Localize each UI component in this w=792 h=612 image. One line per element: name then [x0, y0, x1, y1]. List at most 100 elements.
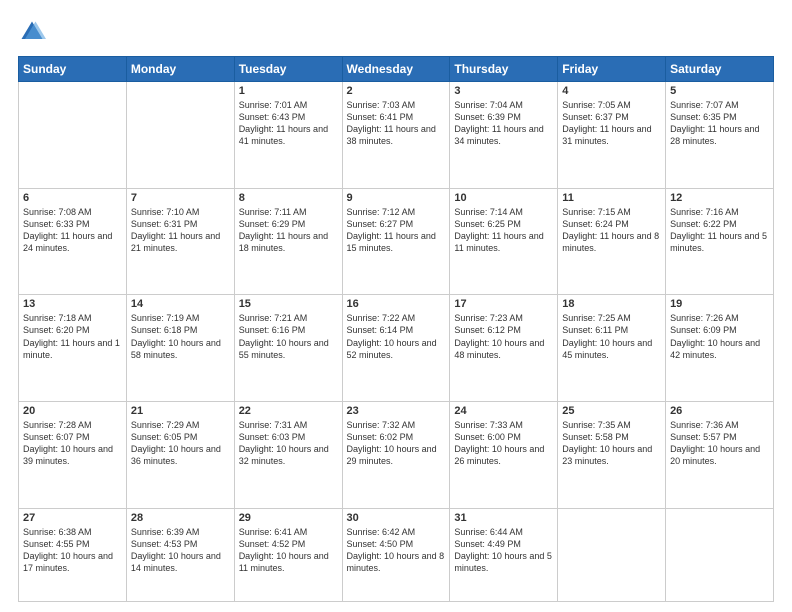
calendar-cell: 25Sunrise: 7:35 AM Sunset: 5:58 PM Dayli… [558, 401, 666, 508]
calendar-cell: 15Sunrise: 7:21 AM Sunset: 6:16 PM Dayli… [234, 295, 342, 402]
calendar-cell: 20Sunrise: 7:28 AM Sunset: 6:07 PM Dayli… [19, 401, 127, 508]
calendar-cell: 28 Sunrise: 6:39 AM Sunset: 4:53 PM Dayli… [126, 508, 234, 601]
cell-info: Sunrise: 7:18 AM Sunset: 6:20 PM Dayligh… [23, 312, 122, 361]
cell-info: Sunrise: 6:38 AM Sunset: 4:55 PM Dayligh… [23, 526, 122, 575]
cell-info: Sunrise: 7:01 AM Sunset: 6:43 PM Dayligh… [239, 99, 338, 148]
cell-info: Sunrise: 7:07 AM Sunset: 6:35 PM Dayligh… [670, 99, 769, 148]
cell-date: 21 [131, 405, 230, 417]
week-row-4: 20Sunrise: 7:28 AM Sunset: 6:07 PM Dayli… [19, 401, 774, 508]
cell-date: 26 [670, 405, 769, 417]
cell-info: Sunrise: 7:29 AM Sunset: 6:05 PM Dayligh… [131, 419, 230, 468]
cell-date: 6 [23, 192, 122, 204]
cell-date: 7 [131, 192, 230, 204]
cell-date: 8 [239, 192, 338, 204]
calendar-cell [666, 508, 774, 601]
cell-date: 18 [562, 298, 661, 310]
logo-icon [18, 18, 46, 46]
cell-info: Sunrise: 7:26 AM Sunset: 6:09 PM Dayligh… [670, 312, 769, 361]
cell-date: 31 [454, 512, 553, 524]
cell-info: Sunrise: 7:21 AM Sunset: 6:16 PM Dayligh… [239, 312, 338, 361]
calendar-cell: 10 Sunrise: 7:14 AM Sunset: 6:25 PM Dayli… [450, 188, 558, 295]
cell-info: Sunrise: 6:44 AM Sunset: 4:49 PM Dayligh… [454, 526, 553, 575]
cell-date: 19 [670, 298, 769, 310]
cell-info: Sunrise: 7:31 AM Sunset: 6:03 PM Dayligh… [239, 419, 338, 468]
cell-info: Sunrise: 7:16 AM Sunset: 6:22 PM Dayligh… [670, 206, 769, 255]
header [18, 18, 774, 46]
cell-date: 2 [347, 85, 446, 97]
calendar-cell: 14Sunrise: 7:19 AM Sunset: 6:18 PM Dayli… [126, 295, 234, 402]
calendar-cell [558, 508, 666, 601]
week-row-3: 13 Sunrise: 7:18 AM Sunset: 6:20 PM Dayli… [19, 295, 774, 402]
cell-date: 27 [23, 512, 122, 524]
calendar-cell: 11 Sunrise: 7:15 AM Sunset: 6:24 PM Dayli… [558, 188, 666, 295]
cell-date: 16 [347, 298, 446, 310]
calendar-cell: 30 Sunrise: 6:42 AM Sunset: 4:50 PM Dayli… [342, 508, 450, 601]
cell-info: Sunrise: 7:03 AM Sunset: 6:41 PM Dayligh… [347, 99, 446, 148]
calendar-cell: 21 Sunrise: 7:29 AM Sunset: 6:05 PM Dayli… [126, 401, 234, 508]
calendar-cell: 22 Sunrise: 7:31 AM Sunset: 6:03 PM Dayli… [234, 401, 342, 508]
cell-info: Sunrise: 7:04 AM Sunset: 6:39 PM Dayligh… [454, 99, 553, 148]
cell-date: 24 [454, 405, 553, 417]
cell-info: Sunrise: 7:36 AM Sunset: 5:57 PM Dayligh… [670, 419, 769, 468]
cell-date: 22 [239, 405, 338, 417]
cell-date: 10 [454, 192, 553, 204]
calendar-cell: 24 Sunrise: 7:33 AM Sunset: 6:00 PM Dayli… [450, 401, 558, 508]
calendar-cell: 5 Sunrise: 7:07 AM Sunset: 6:35 PM Daylig… [666, 82, 774, 189]
calendar-cell: 3 Sunrise: 7:04 AM Sunset: 6:39 PM Daylig… [450, 82, 558, 189]
cell-date: 4 [562, 85, 661, 97]
cell-info: Sunrise: 7:19 AM Sunset: 6:18 PM Dayligh… [131, 312, 230, 361]
calendar-cell: 18 Sunrise: 7:25 AM Sunset: 6:11 PM Dayli… [558, 295, 666, 402]
calendar-cell: 23Sunrise: 7:32 AM Sunset: 6:02 PM Dayli… [342, 401, 450, 508]
weekday-monday: Monday [126, 57, 234, 82]
weekday-header-row: SundayMondayTuesdayWednesdayThursdayFrid… [19, 57, 774, 82]
cell-date: 9 [347, 192, 446, 204]
cell-date: 5 [670, 85, 769, 97]
cell-info: Sunrise: 7:14 AM Sunset: 6:25 PM Dayligh… [454, 206, 553, 255]
cell-date: 28 [131, 512, 230, 524]
cell-info: Sunrise: 7:05 AM Sunset: 6:37 PM Dayligh… [562, 99, 661, 148]
weekday-sunday: Sunday [19, 57, 127, 82]
cell-date: 13 [23, 298, 122, 310]
calendar-cell: 13 Sunrise: 7:18 AM Sunset: 6:20 PM Dayli… [19, 295, 127, 402]
calendar-cell: 8Sunrise: 7:11 AM Sunset: 6:29 PM Daylig… [234, 188, 342, 295]
cell-date: 12 [670, 192, 769, 204]
cell-info: Sunrise: 7:28 AM Sunset: 6:07 PM Dayligh… [23, 419, 122, 468]
calendar-cell: 7 Sunrise: 7:10 AM Sunset: 6:31 PM Daylig… [126, 188, 234, 295]
week-row-1: 1 Sunrise: 7:01 AM Sunset: 6:43 PM Daylig… [19, 82, 774, 189]
calendar-cell: 29Sunrise: 6:41 AM Sunset: 4:52 PM Dayli… [234, 508, 342, 601]
cell-info: Sunrise: 7:25 AM Sunset: 6:11 PM Dayligh… [562, 312, 661, 361]
calendar-cell: 31 Sunrise: 6:44 AM Sunset: 4:49 PM Dayli… [450, 508, 558, 601]
cell-info: Sunrise: 7:35 AM Sunset: 5:58 PM Dayligh… [562, 419, 661, 468]
calendar-cell: 9 Sunrise: 7:12 AM Sunset: 6:27 PM Daylig… [342, 188, 450, 295]
cell-info: Sunrise: 7:08 AM Sunset: 6:33 PM Dayligh… [23, 206, 122, 255]
weekday-tuesday: Tuesday [234, 57, 342, 82]
cell-info: Sunrise: 6:39 AM Sunset: 4:53 PM Dayligh… [131, 526, 230, 575]
calendar-cell: 2 Sunrise: 7:03 AM Sunset: 6:41 PM Daylig… [342, 82, 450, 189]
calendar-cell [126, 82, 234, 189]
calendar-table: SundayMondayTuesdayWednesdayThursdayFrid… [18, 56, 774, 602]
cell-info: Sunrise: 7:12 AM Sunset: 6:27 PM Dayligh… [347, 206, 446, 255]
calendar-cell: 19 Sunrise: 7:26 AM Sunset: 6:09 PM Dayli… [666, 295, 774, 402]
calendar-cell [19, 82, 127, 189]
weekday-friday: Friday [558, 57, 666, 82]
week-row-5: 27 Sunrise: 6:38 AM Sunset: 4:55 PM Dayli… [19, 508, 774, 601]
cell-date: 29 [239, 512, 338, 524]
calendar-cell: 4 Sunrise: 7:05 AM Sunset: 6:37 PM Daylig… [558, 82, 666, 189]
calendar-cell: 26 Sunrise: 7:36 AM Sunset: 5:57 PM Dayli… [666, 401, 774, 508]
cell-date: 3 [454, 85, 553, 97]
logo [18, 18, 50, 46]
cell-info: Sunrise: 6:42 AM Sunset: 4:50 PM Dayligh… [347, 526, 446, 575]
cell-info: Sunrise: 7:22 AM Sunset: 6:14 PM Dayligh… [347, 312, 446, 361]
weekday-thursday: Thursday [450, 57, 558, 82]
calendar-cell: 12 Sunrise: 7:16 AM Sunset: 6:22 PM Dayli… [666, 188, 774, 295]
calendar-cell: 6 Sunrise: 7:08 AM Sunset: 6:33 PM Daylig… [19, 188, 127, 295]
page: SundayMondayTuesdayWednesdayThursdayFrid… [0, 0, 792, 612]
cell-info: Sunrise: 7:15 AM Sunset: 6:24 PM Dayligh… [562, 206, 661, 255]
cell-info: Sunrise: 7:33 AM Sunset: 6:00 PM Dayligh… [454, 419, 553, 468]
weekday-saturday: Saturday [666, 57, 774, 82]
cell-date: 30 [347, 512, 446, 524]
cell-info: Sunrise: 7:10 AM Sunset: 6:31 PM Dayligh… [131, 206, 230, 255]
cell-date: 1 [239, 85, 338, 97]
calendar-cell: 17Sunrise: 7:23 AM Sunset: 6:12 PM Dayli… [450, 295, 558, 402]
cell-date: 11 [562, 192, 661, 204]
